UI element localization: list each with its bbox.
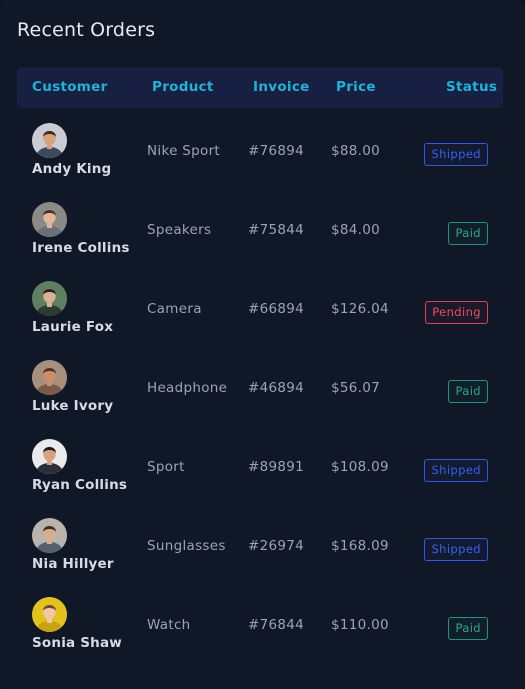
table-row[interactable]: Sonia Shaw Watch #76844 $110.00 Paid [0,597,525,676]
recent-orders-card: Recent Orders Customer Product Invoice P… [0,0,525,689]
product-cell: Headphone [147,380,228,396]
table-row[interactable]: Nia Hillyer Sunglasses #26974 $168.09 Shippe… [0,518,525,597]
price-cell: $168.09 [331,538,389,554]
table-row[interactable]: Laurie Fox Camera #66894 $126.04 Pending [0,281,525,360]
invoice-cell[interactable]: #66894 [248,301,304,317]
price-cell: $108.09 [331,459,389,475]
status-badge: Paid [448,617,488,640]
customer-name: Ryan Collins [32,477,128,493]
avatar [32,518,67,553]
price-cell: $88.00 [331,143,381,159]
product-cell: Camera [147,301,202,317]
column-header-customer[interactable]: Customer [32,79,108,95]
table-row[interactable]: Luke Ivory Headphone #46894 $56.07 Paid [0,360,525,439]
avatar [32,281,67,316]
column-header-price[interactable]: Price [336,79,376,95]
customer-name: Luke Ivory [32,398,114,414]
avatar [32,360,67,395]
status-badge: Shipped [424,459,488,482]
table-row[interactable]: Irene Collins Speakers #75844 $84.00 Paid [0,202,525,281]
price-cell: $84.00 [331,222,381,238]
product-cell: Sunglasses [147,538,226,554]
invoice-cell[interactable]: #26974 [248,538,304,554]
customer-name: Nia Hillyer [32,556,114,572]
price-cell: $126.04 [331,301,389,317]
status-badge: Shipped [424,538,488,561]
invoice-cell[interactable]: #89891 [248,459,304,475]
card-title: Recent Orders [17,19,156,41]
price-cell: $110.00 [331,617,389,633]
customer-name: Sonia Shaw [32,635,122,651]
avatar [32,439,67,474]
product-cell: Sport [147,459,185,475]
customer-name: Andy King [32,161,112,177]
column-header-status[interactable]: Status [446,79,497,95]
table-row[interactable]: Ryan Collins Sport #89891 $108.09 Shipped [0,439,525,518]
status-badge: Paid [448,222,488,245]
product-cell: Speakers [147,222,212,238]
product-cell: Nike Sport [147,143,221,159]
status-badge: Paid [448,380,488,403]
customer-name: Irene Collins [32,240,130,256]
column-header-invoice[interactable]: Invoice [253,79,310,95]
invoice-cell[interactable]: #76894 [248,143,304,159]
avatar [32,597,67,632]
avatar [32,202,67,237]
avatar [32,123,67,158]
invoice-cell[interactable]: #76844 [248,617,304,633]
invoice-cell[interactable]: #46894 [248,380,304,396]
customer-name: Laurie Fox [32,319,114,335]
table-row[interactable]: Andy King Nike Sport #76894 $88.00 Shipped [0,123,525,202]
product-cell: Watch [147,617,191,633]
status-badge: Pending [425,301,488,324]
price-cell: $56.07 [331,380,381,396]
column-header-product[interactable]: Product [152,79,214,95]
invoice-cell[interactable]: #75844 [248,222,304,238]
table-header: Customer Product Invoice Price Status [17,67,503,108]
status-badge: Shipped [424,143,488,166]
